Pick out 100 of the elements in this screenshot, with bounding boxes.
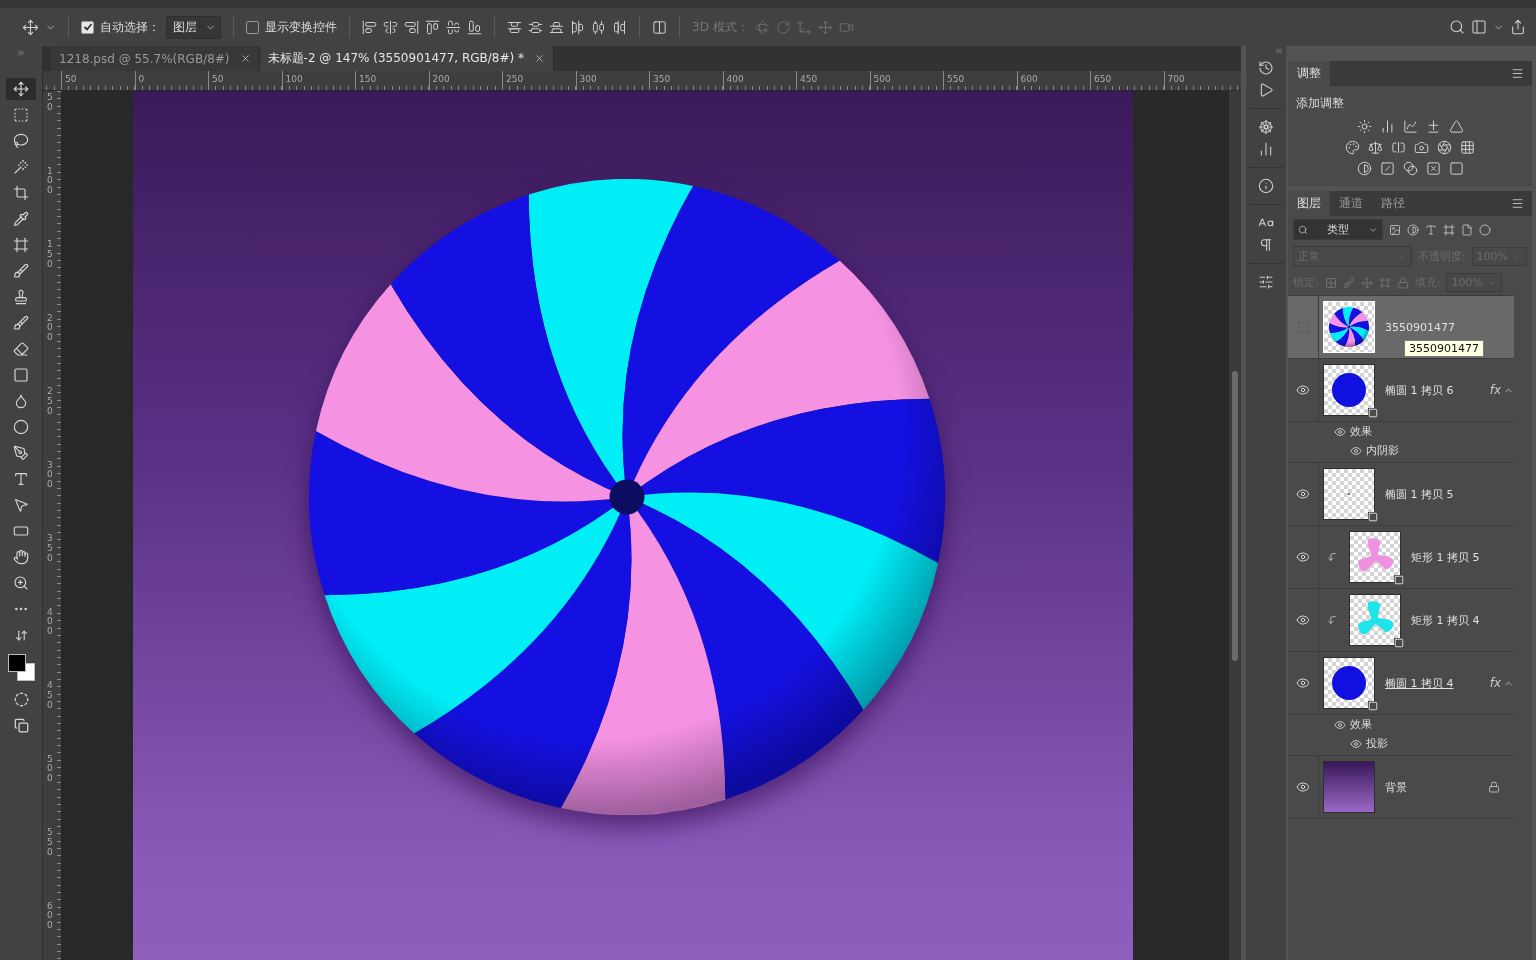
filter-dropdown[interactable]: 类型 [1293, 219, 1383, 240]
eye-icon[interactable] [1334, 718, 1346, 731]
grid-icon[interactable] [1460, 140, 1475, 155]
curve-icon[interactable] [1402, 119, 1418, 134]
auto-select-label: 自动选择： [100, 18, 160, 36]
distribute-icon[interactable] [549, 19, 564, 35]
close-icon[interactable] [534, 53, 546, 64]
history-icon[interactable] [1258, 60, 1274, 76]
histogram-icon[interactable] [1258, 141, 1274, 157]
distribute-icon[interactable] [591, 19, 606, 35]
sun-icon[interactable] [1356, 119, 1372, 134]
layer-row[interactable]: 背景 [1288, 756, 1514, 819]
document-tab[interactable]: 未标题-2 @ 147% (3550901477, RGB/8#) * [259, 46, 555, 71]
layer-row[interactable]: 矩形 1 拷贝 5 [1288, 526, 1514, 589]
ruler-label: 550 [943, 71, 1017, 90]
fx-label[interactable]: fx [1489, 383, 1501, 397]
distribute-icon[interactable] [528, 19, 543, 35]
paragraph-icon[interactable] [1258, 237, 1274, 253]
slash-square-icon[interactable] [1379, 161, 1395, 176]
document-tab[interactable]: 1218.psd @ 55.7%(RGB/8#) [51, 46, 260, 71]
eye-icon[interactable] [1296, 676, 1310, 690]
eye-icon[interactable] [1296, 780, 1310, 794]
menu-icon[interactable] [1511, 197, 1524, 210]
distribute-icon[interactable] [570, 19, 585, 35]
align-icon[interactable] [404, 19, 419, 35]
distribute-icon[interactable] [612, 19, 627, 35]
ruler-label: 400 [47, 607, 53, 639]
ruler-label: 450 [47, 681, 53, 712]
scrollbar[interactable] [1229, 91, 1241, 960]
move-icon[interactable] [6, 78, 36, 100]
effect-name: 投影 [1366, 736, 1388, 751]
color-swatches-icon[interactable] [6, 652, 36, 682]
palette-icon[interactable] [1345, 140, 1360, 155]
info-icon[interactable] [1258, 178, 1274, 194]
ruler-label: 350 [649, 71, 723, 90]
cross-square-icon[interactable] [1425, 161, 1441, 176]
close-icon[interactable] [239, 53, 251, 64]
distribute-icon[interactable] [507, 19, 522, 35]
layer-row[interactable]: 椭圆 1 拷贝 6 fx [1288, 359, 1514, 422]
transform-controls-checkbox[interactable] [246, 20, 259, 34]
align-icon[interactable] [383, 19, 398, 35]
align-icon[interactable] [362, 19, 377, 35]
ruler-label: 450 [796, 71, 870, 90]
ruler-label: 550 [47, 828, 53, 859]
ruler-label: 100 [47, 166, 53, 198]
align-icon[interactable] [425, 19, 440, 35]
layer-name: 椭圆 1 拷贝 4 [1385, 675, 1455, 691]
ruler-label: 300 [47, 460, 53, 492]
eye-icon[interactable] [1296, 383, 1310, 397]
wheel-icon[interactable] [1258, 119, 1274, 135]
columns-icon[interactable] [652, 19, 667, 35]
target-dropdown[interactable]: 图层 [166, 15, 221, 39]
panel-icon[interactable] [1471, 19, 1487, 35]
scales-icon[interactable] [1368, 140, 1383, 155]
eye-icon[interactable] [1350, 737, 1362, 750]
fx-label[interactable]: fx [1489, 676, 1501, 690]
align-icon[interactable] [446, 19, 461, 35]
properties-icon[interactable] [1258, 274, 1274, 290]
ruler-label: 600 [47, 901, 53, 933]
checker-icon[interactable] [1324, 276, 1337, 289]
contrast-icon[interactable] [1407, 223, 1419, 236]
aperture-icon[interactable] [1437, 140, 1452, 155]
share-icon[interactable] [1510, 19, 1526, 35]
circle-drawing [1332, 373, 1366, 407]
align-icon[interactable] [467, 19, 482, 35]
file-icon[interactable] [1461, 223, 1473, 236]
image-icon[interactable] [1389, 223, 1401, 236]
contrast-icon[interactable] [1356, 161, 1372, 176]
layer-row[interactable]: 椭圆 1 拷贝 4 fx [1288, 652, 1514, 715]
histogram-icon[interactable] [1379, 119, 1395, 134]
type-icon[interactable] [1425, 223, 1437, 236]
blend-icon[interactable] [1402, 161, 1418, 176]
eye-icon[interactable] [1334, 425, 1346, 438]
camera-icon[interactable] [1414, 140, 1429, 155]
ruler-label: 250 [47, 387, 53, 418]
move-icon[interactable] [22, 18, 39, 36]
menu-icon[interactable] [1511, 67, 1524, 80]
search-icon[interactable] [1449, 19, 1465, 35]
layer-row[interactable]: 椭圆 1 拷贝 5 [1288, 463, 1514, 526]
play-icon[interactable] [1258, 82, 1274, 98]
panel-tab[interactable]: 路径 [1372, 191, 1414, 216]
eye-icon[interactable] [1296, 487, 1310, 501]
effects-label: 效果 [1350, 424, 1372, 439]
adjustments-tab[interactable]: 调整 [1288, 61, 1330, 86]
search-icon[interactable] [1298, 224, 1308, 235]
panel-heading: 添加调整 [1295, 95, 1345, 112]
layer-row[interactable]: 矩形 1 拷贝 4 [1288, 589, 1514, 652]
panel-tab[interactable]: 图层 [1288, 191, 1330, 216]
layer-name: 背景 [1385, 779, 1408, 795]
ruler-label: 500 [47, 754, 53, 786]
eye-icon[interactable] [1296, 550, 1310, 564]
frame-icon[interactable] [1443, 223, 1455, 236]
panel-tab[interactable]: 通道 [1330, 191, 1372, 216]
eye-icon[interactable] [1296, 613, 1310, 627]
circle-drawing [1332, 666, 1366, 700]
auto-select-checkbox[interactable] [81, 20, 94, 34]
triangle-icon[interactable] [1448, 119, 1464, 134]
split-square-icon[interactable] [1391, 140, 1406, 155]
eye-icon[interactable] [1350, 444, 1362, 457]
tooltip: 3550901477 [1404, 340, 1484, 357]
